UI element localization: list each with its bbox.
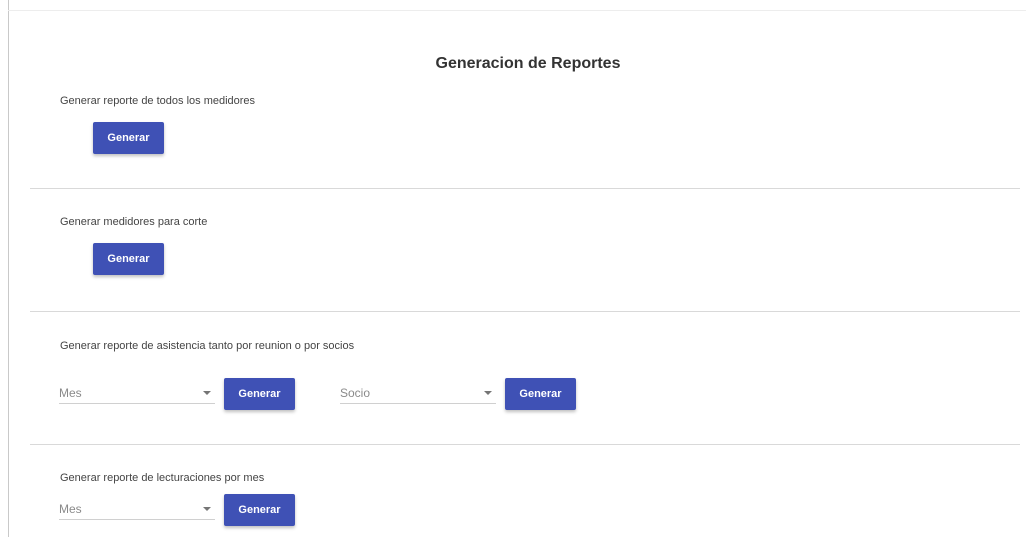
section-divider bbox=[30, 444, 1020, 445]
readings-month-select[interactable]: Mes bbox=[59, 498, 215, 520]
page-top-border bbox=[8, 10, 1026, 11]
cut-meters-label: Generar medidores para corte bbox=[60, 216, 208, 228]
all-meters-label: Generar reporte de todos los medidores bbox=[60, 95, 256, 107]
generate-attendance-month-button[interactable]: Generar bbox=[224, 378, 295, 410]
section-divider bbox=[30, 311, 1020, 312]
arrow-drop-down-icon bbox=[484, 391, 492, 395]
attendance-month-select[interactable]: Mes bbox=[59, 382, 215, 404]
attendance-member-select[interactable]: Socio bbox=[340, 382, 496, 404]
attendance-month-placeholder: Mes bbox=[59, 385, 82, 400]
reports-page: Generacion de Reportes Generar reporte d… bbox=[0, 0, 1026, 537]
page-left-border bbox=[8, 0, 9, 537]
attendance-label: Generar reporte de asistencia tanto por … bbox=[60, 340, 355, 352]
page-title: Generacion de Reportes bbox=[435, 55, 621, 72]
generate-readings-button[interactable]: Generar bbox=[224, 494, 295, 526]
section-divider bbox=[30, 188, 1020, 189]
generate-attendance-member-button[interactable]: Generar bbox=[505, 378, 576, 410]
readings-label: Generar reporte de lecturaciones por mes bbox=[60, 472, 265, 484]
generate-all-meters-button[interactable]: Generar bbox=[93, 122, 164, 154]
arrow-drop-down-icon bbox=[203, 507, 211, 511]
generate-cut-meters-button[interactable]: Generar bbox=[93, 243, 164, 275]
attendance-member-placeholder: Socio bbox=[340, 385, 371, 400]
readings-month-placeholder: Mes bbox=[59, 501, 82, 516]
arrow-drop-down-icon bbox=[203, 391, 211, 395]
